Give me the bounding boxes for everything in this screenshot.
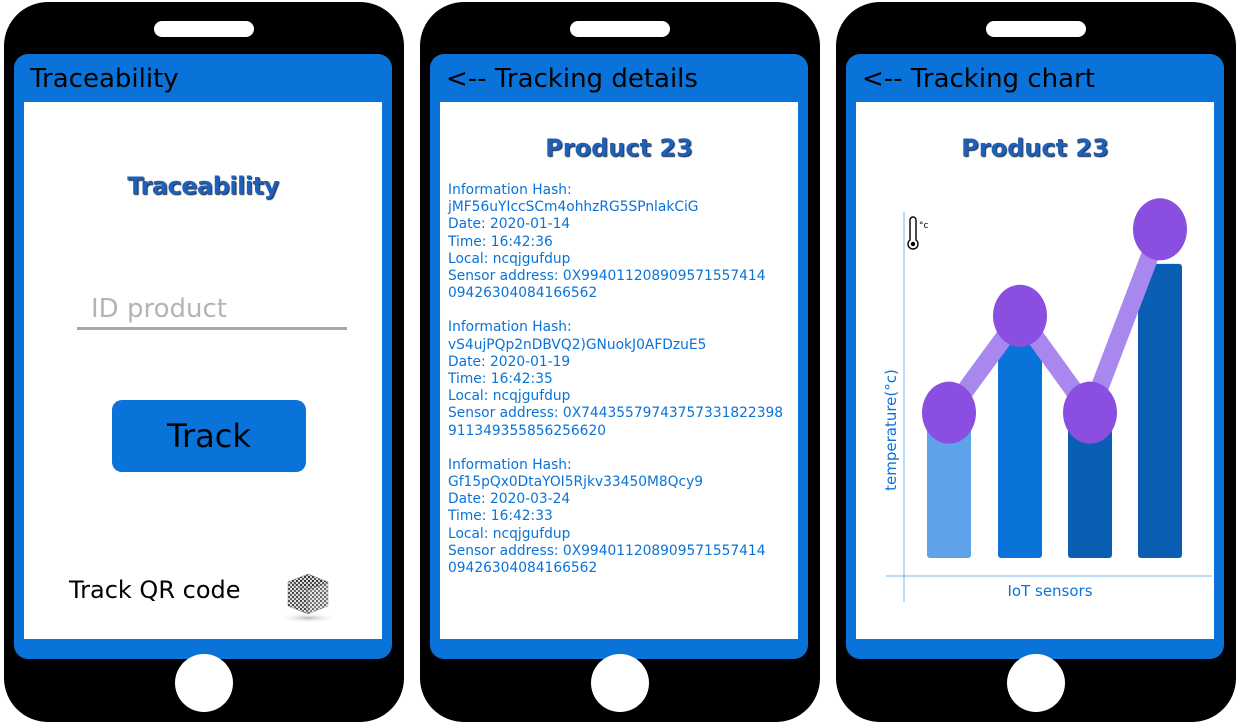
qr-code-label[interactable]: Track QR code bbox=[69, 576, 241, 604]
speaker-slot bbox=[570, 21, 670, 37]
record-sensor-cont: 09426304084166562 bbox=[448, 560, 598, 577]
phone-tracking-details: <-- Tracking details Product 23 Informat… bbox=[420, 2, 820, 722]
record-date: Date: 2020-01-14 bbox=[448, 216, 571, 233]
hash-label: Information Hash: bbox=[448, 456, 572, 473]
bar-4 bbox=[1138, 263, 1182, 558]
screen: Traceability Traceability Track Track QR… bbox=[14, 54, 392, 659]
hash-value: jMF56uYIccSCm4ohhzRG5SPnlakCiG bbox=[448, 199, 699, 216]
id-product-input[interactable] bbox=[77, 290, 347, 330]
screen-content: Traceability Track Track QR code bbox=[24, 102, 382, 639]
thermometer-icon bbox=[907, 216, 919, 250]
record-time: Time: 16:42:33 bbox=[448, 508, 553, 525]
line-group bbox=[941, 226, 1169, 422]
hash-value: Gf15pQx0DtaYOI5Rjkv33450M8Qcy9 bbox=[448, 474, 704, 491]
unit-badge: °c bbox=[919, 221, 929, 231]
record-time: Time: 16:42:36 bbox=[448, 233, 553, 250]
record-sensor-cont: 09426304084166562 bbox=[448, 285, 598, 302]
home-button[interactable] bbox=[1007, 654, 1065, 712]
temperature-chart: °c temperature(°c) IoT sensors bbox=[882, 198, 1212, 602]
tracking-records: Information Hash: jMF56uYIccSCm4ohhzRG5S… bbox=[448, 182, 796, 594]
screen-content: Product 23 °c temperature(°c) IoT sensor… bbox=[856, 102, 1214, 639]
app-title: Traceability bbox=[30, 64, 179, 94]
back-link-tracking-chart[interactable]: <-- Tracking chart bbox=[862, 64, 1095, 94]
home-button[interactable] bbox=[591, 654, 649, 712]
record-local: Local: ncqjgufdup bbox=[448, 388, 571, 405]
record-sensor: Sensor address: 0X994011208909571557414 bbox=[448, 542, 766, 559]
bar-2 bbox=[998, 336, 1042, 558]
track-button[interactable]: Track bbox=[112, 400, 306, 472]
record-local: Local: ncqjgufdup bbox=[448, 525, 571, 542]
trend-line bbox=[941, 226, 1169, 422]
speaker-slot bbox=[154, 21, 254, 37]
x-axis-label: IoT sensors bbox=[1007, 582, 1092, 600]
home-button[interactable] bbox=[175, 654, 233, 712]
y-axis-label: temperature(°c) bbox=[882, 369, 900, 491]
page-heading: Traceability bbox=[127, 172, 279, 200]
speaker-slot bbox=[986, 21, 1086, 37]
record-local: Local: ncqjgufdup bbox=[448, 250, 571, 267]
tracking-record: Information Hash: jMF56uYIccSCm4ohhzRG5S… bbox=[448, 182, 796, 302]
screen: <-- Tracking chart Product 23 °c tempera… bbox=[846, 54, 1224, 659]
hash-value: vS4ujPQp2nDBVQ2)GNuokJ0AFDzuE5 bbox=[448, 336, 707, 353]
product-heading: Product 23 bbox=[545, 134, 693, 162]
phone-traceability: Traceability Traceability Track Track QR… bbox=[4, 2, 404, 722]
back-link-tracking-details[interactable]: <-- Tracking details bbox=[446, 64, 698, 94]
hash-label: Information Hash: bbox=[448, 182, 572, 198]
record-sensor: Sensor address: 0X994011208909571557414 bbox=[448, 268, 766, 285]
marker-1 bbox=[922, 381, 976, 444]
tracking-record: Information Hash: Gf15pQx0DtaYOI5Rjkv334… bbox=[448, 457, 796, 577]
record-time: Time: 16:42:35 bbox=[448, 371, 553, 388]
tracking-record: Information Hash: vS4ujPQp2nDBVQ2)GNuokJ… bbox=[448, 319, 796, 439]
record-sensor-cont: 911349355856256620 bbox=[448, 422, 607, 439]
record-date: Date: 2020-03-24 bbox=[448, 491, 571, 508]
qr-cube-icon[interactable] bbox=[276, 568, 340, 628]
marker-3 bbox=[1063, 381, 1117, 444]
screen-content: Product 23 Information Hash: jMF56uYIccS… bbox=[440, 102, 798, 639]
record-date: Date: 2020-01-19 bbox=[448, 353, 571, 370]
marker-2 bbox=[993, 284, 1047, 347]
screen: <-- Tracking details Product 23 Informat… bbox=[430, 54, 808, 659]
phone-tracking-chart: <-- Tracking chart Product 23 °c tempera… bbox=[836, 2, 1236, 722]
marker-4 bbox=[1133, 198, 1187, 261]
record-sensor: Sensor address: 0X7443557974375733182239… bbox=[448, 405, 784, 422]
hash-label: Information Hash: bbox=[448, 319, 572, 336]
